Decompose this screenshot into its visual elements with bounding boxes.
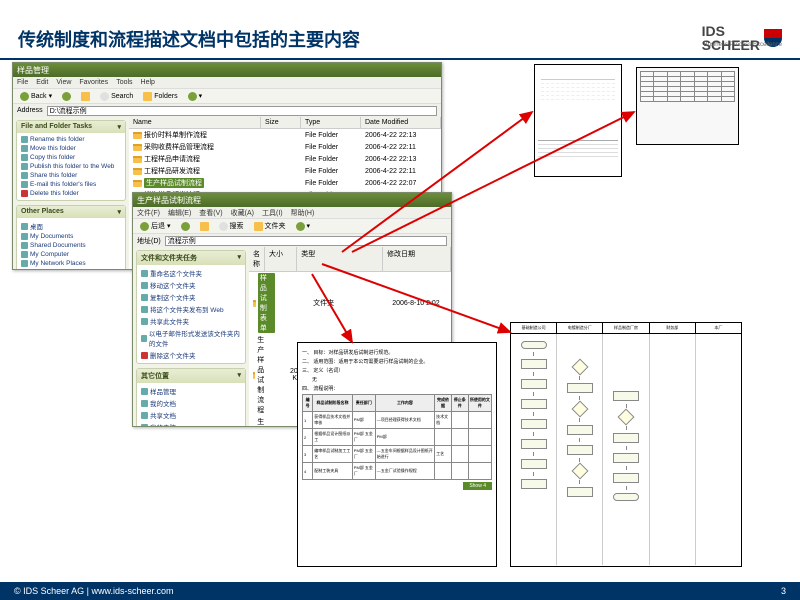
task-link[interactable]: Share this folder [21, 171, 121, 180]
tasks-panel-header[interactable]: File and Folder Tasks▾ [17, 121, 125, 133]
address-input-2[interactable] [165, 236, 447, 246]
up-button[interactable] [78, 91, 93, 102]
col-name[interactable]: Name [129, 117, 261, 128]
task-link[interactable]: 重命名这个文件夹 [141, 267, 241, 279]
col-size[interactable]: Size [261, 117, 301, 128]
col-date[interactable]: Date Modified [361, 117, 441, 128]
place-link[interactable]: 共享文档 [141, 409, 241, 421]
chevron-icon: ▾ [117, 208, 121, 216]
file-row[interactable]: 报价时料单制作流程File Folder2006-4-22 22:13 [129, 129, 441, 141]
slide-title: 传统制度和流程描述文档中包括的主要内容 [18, 26, 360, 52]
toolbar-1[interactable]: Back ▾ Search Folders ▾ [13, 88, 441, 104]
titlebar-1[interactable]: 样品管理 [13, 63, 441, 77]
file-row[interactable]: 样品试制表单文件夹2006-8-10 2:02 [249, 272, 451, 334]
place-link[interactable]: Shared Documents [21, 241, 121, 250]
folders-icon [143, 92, 152, 101]
address-bar-1[interactable]: Address [13, 104, 441, 117]
toolbar-2[interactable]: 后退 ▾ 搜索 文件夹 ▾ [133, 218, 451, 234]
titlebar-2[interactable]: 生产样品试制流程 [133, 193, 451, 207]
file-row[interactable]: 工程样品申请流程File Folder2006-4-22 22:13 [129, 153, 441, 165]
back-button[interactable]: Back ▾ [17, 91, 55, 102]
up-button[interactable] [197, 221, 212, 232]
place-link[interactable]: My Documents [21, 232, 121, 241]
task-link[interactable]: 复制这个文件夹 [141, 291, 241, 303]
task-link[interactable]: Rename this folder [21, 135, 121, 144]
views-icon [188, 92, 197, 101]
slide-header: 传统制度和流程描述文档中包括的主要内容 IDS SCHEER Business … [0, 0, 800, 60]
task-link[interactable]: 以电子邮件形式发送该文件夹内的文件 [141, 327, 241, 349]
place-link[interactable]: 桌面 [21, 220, 121, 232]
menubar-2[interactable]: 文件(F)编辑(E)查看(V)收藏(A)工具(I)帮助(H) [133, 207, 451, 218]
folders-button[interactable]: 文件夹 [251, 220, 289, 232]
place-link[interactable]: 我的电脑 [141, 421, 241, 426]
slide-canvas: 样品管理 FileEditViewFavoritesToolsHelp Back… [12, 62, 788, 580]
place-link[interactable]: My Computer [21, 250, 121, 259]
tasks-sidepane-2: 文件和文件夹任务▾ 重命名这个文件夹 移动这个文件夹 复制这个文件夹 将这个文件… [133, 247, 249, 426]
address-bar-2[interactable]: 地址(D) [133, 234, 451, 247]
menubar-1[interactable]: FileEditViewFavoritesToolsHelp [13, 77, 441, 88]
file-row[interactable]: 工程样品研发流程File Folder2006-4-22 22:11 [129, 165, 441, 177]
task-link[interactable]: 删除这个文件夹 [141, 349, 241, 361]
doc-preview-visio-flowchart: 基础制造公司电镀制造分厂样品制造厂房财务部本厂 [510, 322, 742, 567]
search-icon [100, 92, 109, 101]
views-button[interactable]: ▾ [293, 221, 314, 232]
slide-footer: © IDS Scheer AG | www.ids-scheer.com 3 [0, 582, 800, 600]
chevron-icon: ▾ [117, 123, 121, 131]
back-button[interactable]: 后退 ▾ [137, 220, 174, 232]
task-link[interactable]: E-mail this folder's files [21, 180, 121, 189]
fwd-button[interactable] [178, 221, 193, 232]
forward-icon [62, 92, 71, 101]
page-number: 3 [781, 586, 786, 596]
task-link[interactable]: 共享此文件夹 [141, 315, 241, 327]
up-icon [81, 92, 90, 101]
views-button[interactable]: ▾ [185, 91, 206, 102]
task-link[interactable]: Publish this folder to the Web [21, 162, 121, 171]
file-row[interactable]: 采购收费样品管理流程File Folder2006-4-22 22:11 [129, 141, 441, 153]
search-button[interactable]: Search [97, 91, 136, 102]
tasks-sidepane-1: File and Folder Tasks▾ Rename this folde… [13, 117, 129, 269]
back-icon [20, 92, 29, 101]
task-link[interactable]: Delete this folder [21, 189, 121, 198]
doc-preview-form [534, 64, 622, 177]
task-link[interactable]: 移动这个文件夹 [141, 279, 241, 291]
col-type[interactable]: Type [301, 117, 361, 128]
folders-button[interactable]: Folders [140, 91, 180, 102]
place-link[interactable]: 我的文档 [141, 397, 241, 409]
task-link[interactable]: Copy this folder [21, 153, 121, 162]
file-row[interactable]: 生产样品试制流程File Folder2006-4-22 22:07 [129, 177, 441, 189]
task-link[interactable]: 将这个文件夹发布到 Web [141, 303, 241, 315]
fwd-button[interactable] [59, 91, 74, 102]
place-link[interactable]: 样品管理 [141, 385, 241, 397]
search-button[interactable]: 搜索 [216, 220, 247, 232]
place-link[interactable]: My Network Places [21, 259, 121, 268]
show-4-badge: Show 4 [463, 482, 492, 490]
doc-preview-word: 一、 目标：对样品研发后试制进行规范。 二、 适用范围：适用于本公司需要进行样品… [297, 342, 497, 567]
address-input-1[interactable] [47, 106, 437, 116]
doc-preview-table [636, 67, 739, 145]
back-icon [140, 222, 149, 231]
task-link[interactable]: Move this folder [21, 144, 121, 153]
places-panel-header[interactable]: Other Places▾ [17, 206, 125, 218]
